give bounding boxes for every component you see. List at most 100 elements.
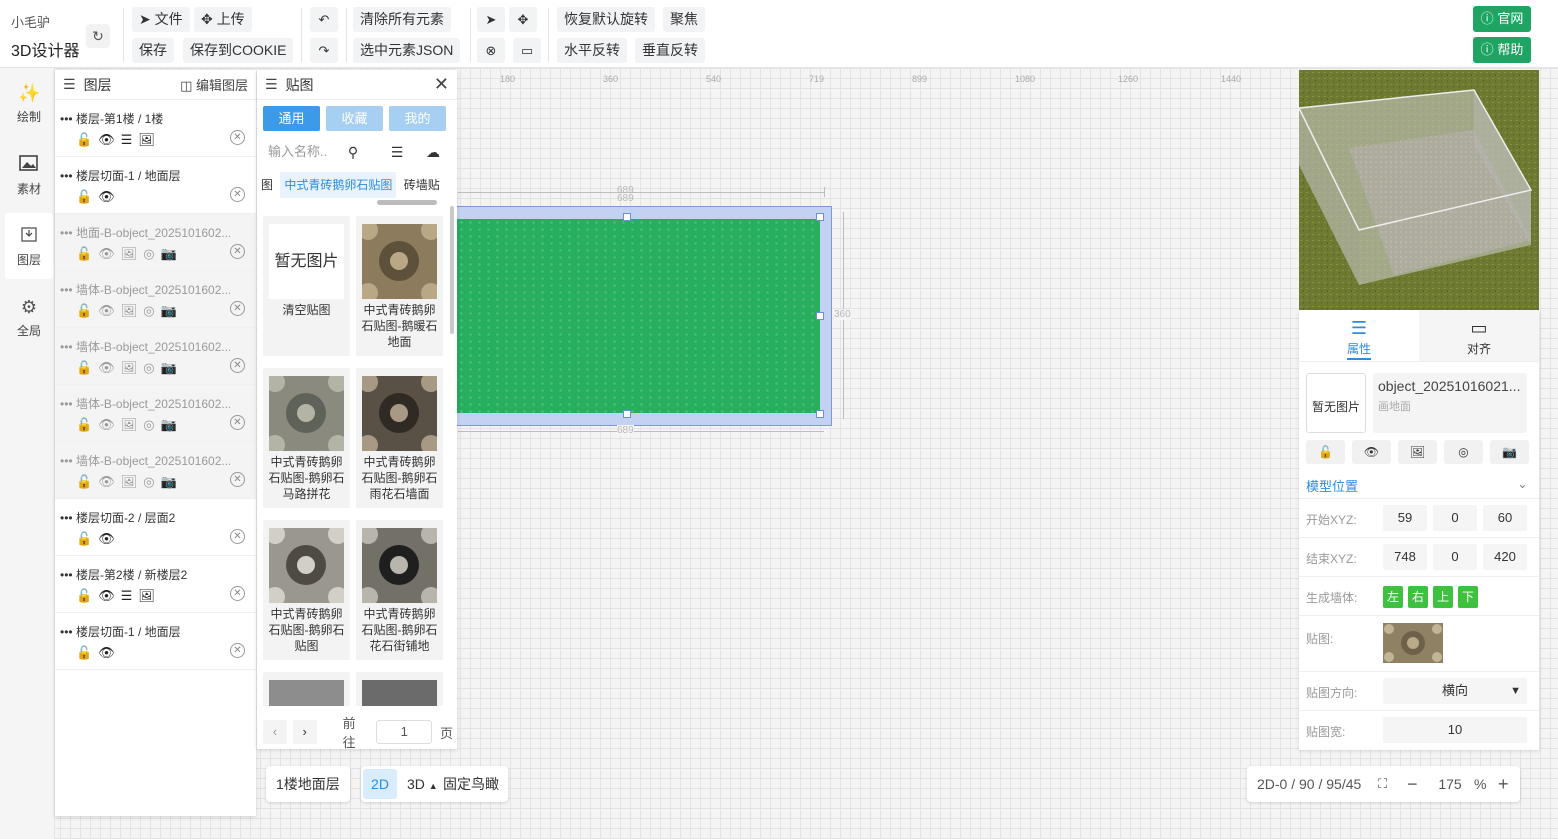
lock-open-icon[interactable]: 🔓 bbox=[76, 246, 92, 262]
start-y-input[interactable]: 0 bbox=[1433, 505, 1477, 531]
eye-icon[interactable]: 👁 bbox=[98, 246, 115, 262]
layer-item[interactable]: ••• 楼层切面-1 / 地面层 🔓 👁 ✕ bbox=[55, 613, 256, 670]
floor-selector[interactable]: 1楼地面层 bbox=[266, 766, 350, 802]
tab-properties[interactable]: ☰ 属性 bbox=[1299, 310, 1419, 361]
image-icon[interactable]: 🖼 bbox=[121, 474, 138, 490]
tab-align[interactable]: ▭ 对齐 bbox=[1419, 310, 1539, 361]
start-z-input[interactable]: 60 bbox=[1483, 505, 1527, 531]
refresh-button[interactable]: ↻ bbox=[86, 24, 110, 48]
next-page-button[interactable]: › bbox=[292, 720, 317, 744]
zoom-input[interactable]: 175 bbox=[1429, 771, 1471, 797]
wall-left-button[interactable]: 左 bbox=[1383, 586, 1403, 608]
texture-item[interactable]: 中式青砖鹅卵石贴图-鹅卵石雨花石墙面 bbox=[356, 368, 443, 508]
section-model-position[interactable]: 模型位置 ⌄ bbox=[1306, 476, 1532, 495]
nav-global[interactable]: ⚙ 全局 bbox=[5, 284, 53, 350]
remove-layer-icon[interactable]: ✕ bbox=[230, 358, 245, 373]
resize-handle-top[interactable] bbox=[623, 213, 631, 221]
texture-item[interactable] bbox=[263, 672, 350, 706]
lock-open-icon[interactable]: 🔓 bbox=[76, 474, 92, 490]
remove-layer-icon[interactable]: ✕ bbox=[230, 643, 245, 658]
end-x-input[interactable]: 748 bbox=[1383, 544, 1427, 570]
resize-handle-bottom[interactable] bbox=[623, 410, 631, 418]
camera-icon[interactable]: 📷 bbox=[161, 246, 177, 262]
clear-all-button[interactable]: 清除所有元素 bbox=[353, 7, 451, 32]
save-cookie-button[interactable]: 保存到COOKIE bbox=[183, 38, 294, 63]
prev-page-button[interactable]: ‹ bbox=[263, 720, 287, 744]
mode-2d-button[interactable]: 2D bbox=[363, 769, 397, 799]
eye-icon[interactable]: 👁 bbox=[98, 531, 115, 547]
zoom-out-button[interactable]: − bbox=[1407, 766, 1418, 802]
focus-button[interactable]: 聚焦 bbox=[663, 7, 705, 32]
help-button[interactable]: ⓘ 帮助 bbox=[1473, 37, 1531, 63]
fullscreen-icon[interactable]: ⛶ bbox=[1378, 766, 1387, 802]
texture-scrollbar[interactable] bbox=[450, 206, 454, 334]
menu-icon[interactable]: ☰ bbox=[121, 588, 133, 604]
restore-rotation-button[interactable]: 恢复默认旋转 bbox=[557, 7, 655, 32]
website-button[interactable]: ⓘ 官网 bbox=[1473, 6, 1531, 32]
target-icon[interactable]: ◎ bbox=[143, 246, 154, 262]
tab-mine[interactable]: 我的 bbox=[389, 106, 446, 131]
wall-top-button[interactable]: 上 bbox=[1433, 586, 1453, 608]
camera-icon[interactable]: 📷 bbox=[161, 417, 177, 433]
lock-open-icon[interactable]: 🔓 bbox=[76, 588, 92, 604]
nav-draw[interactable]: ✨ 绘制 bbox=[5, 70, 53, 136]
target-icon[interactable]: ◎ bbox=[143, 303, 154, 319]
monitor-button[interactable]: ▭ bbox=[513, 38, 541, 63]
birdseye-button[interactable]: 固定鸟瞰 bbox=[443, 766, 499, 802]
category-item-active[interactable]: 中式青砖鹅卵石贴图 bbox=[280, 172, 397, 198]
target-icon[interactable]: ◎ bbox=[143, 417, 154, 433]
lock-open-icon[interactable]: 🔓 bbox=[76, 132, 92, 148]
resize-handle-bottom-right[interactable] bbox=[816, 410, 824, 418]
lock-open-icon[interactable]: 🔓 bbox=[76, 189, 92, 205]
move-tool-button[interactable]: ✥ bbox=[509, 7, 537, 32]
edit-layers-button[interactable]: ◫ 编辑图层 bbox=[180, 75, 248, 94]
remove-layer-icon[interactable]: ✕ bbox=[230, 529, 245, 544]
target-icon[interactable]: ◎ bbox=[143, 474, 154, 490]
texture-width-input[interactable]: 10 bbox=[1383, 717, 1527, 743]
texture-item[interactable]: 中式青砖鹅卵石贴图-鹅卵石花石街铺地 bbox=[356, 520, 443, 660]
menu-icon[interactable]: ☰ bbox=[121, 132, 133, 148]
resize-handle-right[interactable] bbox=[816, 312, 824, 320]
lock-open-icon[interactable]: 🔓 bbox=[76, 531, 92, 547]
eye-icon[interactable]: 👁 bbox=[98, 360, 115, 376]
texture-swatch[interactable] bbox=[1383, 623, 1443, 663]
remove-layer-icon[interactable]: ✕ bbox=[230, 187, 245, 202]
target-button[interactable]: ◎ bbox=[1444, 440, 1483, 464]
lock-open-icon[interactable]: 🔓 bbox=[76, 360, 92, 376]
flip-horizontal-button[interactable]: 水平反转 bbox=[557, 38, 627, 63]
redo-button[interactable]: ↷ bbox=[310, 38, 338, 63]
layer-item[interactable]: ••• 楼层切面-1 / 地面层 🔓 👁 ✕ bbox=[55, 157, 256, 214]
lock-open-icon[interactable]: 🔓 bbox=[76, 303, 92, 319]
layer-item[interactable]: ••• 墙体-B-object_2025101602... 🔓 👁 🖼 ◎ 📷 ✕ bbox=[55, 442, 256, 499]
flip-vertical-button[interactable]: 垂直反转 bbox=[635, 38, 705, 63]
remove-layer-icon[interactable]: ✕ bbox=[230, 301, 245, 316]
texture-direction-select[interactable]: 横向 ▼ bbox=[1383, 678, 1527, 704]
layer-item[interactable]: ••• 楼层-第2楼 / 新楼层2 🔓 👁 ☰ 🖼 ✕ bbox=[55, 556, 256, 613]
target-icon[interactable]: ◎ bbox=[143, 360, 154, 376]
image-icon[interactable]: 🖼 bbox=[138, 132, 155, 148]
category-scrollbar[interactable] bbox=[377, 200, 437, 205]
eye-icon[interactable]: 👁 bbox=[98, 588, 115, 604]
eye-icon[interactable]: 👁 bbox=[98, 132, 115, 148]
texture-item[interactable]: 中式青砖鹅卵石贴图-鹅卵石贴图 bbox=[263, 520, 350, 660]
nav-layers[interactable]: 图层 bbox=[5, 213, 53, 279]
image-button[interactable]: 🖼 bbox=[1398, 440, 1437, 464]
texture-item[interactable] bbox=[356, 672, 443, 706]
texture-search-input[interactable]: 输入名称.. bbox=[263, 139, 333, 165]
texture-item[interactable]: 中式青砖鹅卵石贴图-鹅卵石马路拼花 bbox=[263, 368, 350, 508]
save-button[interactable]: 保存 bbox=[132, 38, 174, 63]
layer-item[interactable]: ••• 楼层切面-2 / 层面2 🔓 👁 ✕ bbox=[55, 499, 256, 556]
layer-item[interactable]: ••• 地面-B-object_2025101602... 🔓 👁 🖼 ◎ 📷 ✕ bbox=[55, 214, 256, 271]
selected-json-button[interactable]: 选中元素JSON bbox=[353, 38, 461, 63]
page-input[interactable]: 1 bbox=[376, 720, 432, 744]
start-x-input[interactable]: 59 bbox=[1383, 505, 1427, 531]
lock-open-icon[interactable]: 🔓 bbox=[76, 645, 92, 661]
object-thumbnail[interactable]: 暂无图片 bbox=[1306, 373, 1366, 433]
category-item[interactable]: 砖墙贴 bbox=[400, 172, 444, 198]
camera-icon[interactable]: 📷 bbox=[161, 360, 177, 376]
image-icon[interactable]: 🖼 bbox=[121, 246, 138, 262]
remove-layer-icon[interactable]: ✕ bbox=[230, 472, 245, 487]
layer-item[interactable]: ••• 楼层-第1楼 / 1楼 🔓 👁 ☰ 🖼 ✕ bbox=[55, 100, 256, 157]
nav-material[interactable]: 素材 bbox=[5, 142, 53, 208]
eye-button[interactable]: 👁 bbox=[1352, 440, 1391, 464]
